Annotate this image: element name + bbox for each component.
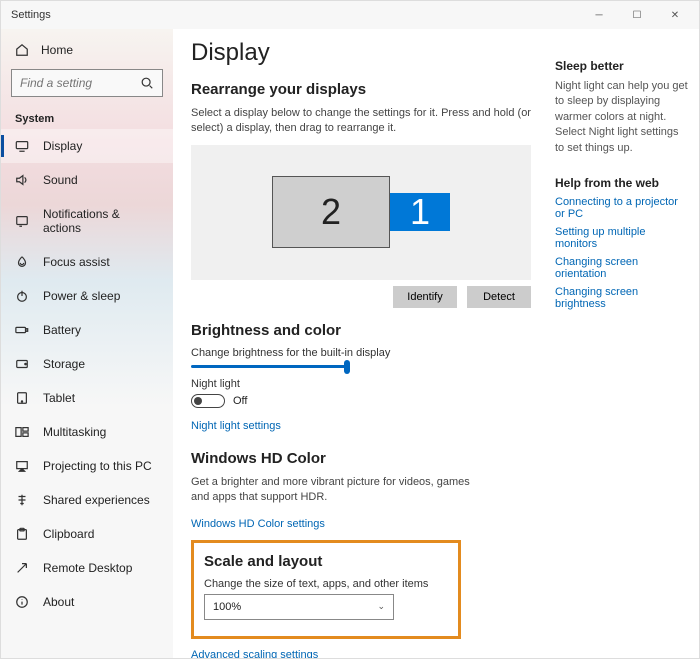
page-title: Display: [191, 39, 529, 67]
nav-display[interactable]: Display: [1, 129, 173, 163]
scale-highlight: Scale and layout Change the size of text…: [191, 540, 461, 639]
advanced-scaling-link[interactable]: Advanced scaling settings: [191, 649, 318, 658]
nav-label: Sound: [43, 173, 78, 187]
nightlight-settings-link[interactable]: Night light settings: [191, 420, 281, 432]
help-heading: Help from the web: [555, 176, 689, 190]
sleep-better-heading: Sleep better: [555, 59, 689, 73]
shared-icon: [15, 493, 29, 507]
nav-label: Shared experiences: [43, 493, 150, 507]
brightness-slider[interactable]: [191, 365, 346, 368]
scale-heading: Scale and layout: [204, 553, 448, 570]
identify-button[interactable]: Identify: [393, 286, 457, 308]
home-label: Home: [41, 43, 73, 57]
nav-sound[interactable]: Sound: [1, 163, 173, 197]
rearrange-heading: Rearrange your displays: [191, 81, 529, 98]
power-icon: [15, 289, 29, 303]
projecting-icon: [15, 459, 29, 473]
nav-label: Storage: [43, 357, 85, 371]
close-button[interactable]: ✕: [657, 4, 693, 26]
nav-label: Battery: [43, 323, 81, 337]
window-controls: ─ ☐ ✕: [581, 4, 693, 26]
nav-battery[interactable]: Battery: [1, 313, 173, 347]
battery-icon: [15, 323, 29, 337]
nav-projecting[interactable]: Projecting to this PC: [1, 449, 173, 483]
remote-icon: [15, 561, 29, 575]
titlebar: Settings ─ ☐ ✕: [1, 1, 699, 29]
minimize-button[interactable]: ─: [581, 4, 617, 26]
body: Home System Display Sound Notifications …: [1, 29, 699, 658]
scale-dropdown[interactable]: 100% ⌄: [204, 594, 394, 620]
tablet-icon: [15, 391, 29, 405]
nav-label: Power & sleep: [43, 289, 120, 303]
storage-icon: [15, 357, 29, 371]
nav-label: Multitasking: [43, 425, 106, 439]
about-icon: [15, 595, 29, 609]
home-icon: [15, 43, 29, 57]
detect-button[interactable]: Detect: [467, 286, 531, 308]
focus-icon: [15, 255, 29, 269]
nav-power[interactable]: Power & sleep: [1, 279, 173, 313]
nightlight-state: Off: [233, 395, 247, 407]
search-icon: [140, 76, 154, 90]
nav-storage[interactable]: Storage: [1, 347, 173, 381]
nav-notifications[interactable]: Notifications & actions: [1, 197, 173, 245]
help-link-orientation[interactable]: Changing screen orientation: [555, 256, 689, 280]
chevron-down-icon: ⌄: [377, 601, 385, 612]
scale-value: 100%: [213, 601, 241, 613]
hd-desc: Get a brighter and more vibrant picture …: [191, 475, 471, 506]
info-pane: Sleep better Night light can help you ge…: [547, 29, 699, 658]
brightness-heading: Brightness and color: [191, 322, 529, 339]
scale-label: Change the size of text, apps, and other…: [204, 578, 448, 590]
display-buttons: Identify Detect: [191, 286, 531, 308]
home-nav[interactable]: Home: [1, 35, 173, 65]
nav-multitasking[interactable]: Multitasking: [1, 415, 173, 449]
monitor-2[interactable]: 2: [272, 176, 390, 248]
content: Display Rearrange your displays Select a…: [173, 29, 547, 658]
help-link-projector[interactable]: Connecting to a projector or PC: [555, 196, 689, 220]
search-input[interactable]: [20, 76, 140, 90]
sleep-better-text: Night light can help you get to sleep by…: [555, 79, 689, 156]
nav-label: Display: [43, 139, 82, 153]
display-icon: [15, 139, 29, 153]
rearrange-desc: Select a display below to change the set…: [191, 106, 531, 137]
hd-heading: Windows HD Color: [191, 450, 529, 467]
app-title: Settings: [7, 9, 51, 21]
nav-label: Remote Desktop: [43, 561, 132, 575]
nav-label: About: [43, 595, 74, 609]
monitor-1[interactable]: 1: [390, 193, 450, 231]
brightness-label: Change brightness for the built-in displ…: [191, 347, 529, 359]
nightlight-label: Night light: [191, 378, 529, 390]
nav-remote[interactable]: Remote Desktop: [1, 551, 173, 585]
nav-list: Display Sound Notifications & actions Fo…: [1, 129, 173, 619]
nav-label: Notifications & actions: [43, 207, 159, 235]
maximize-button[interactable]: ☐: [619, 4, 655, 26]
nav-shared[interactable]: Shared experiences: [1, 483, 173, 517]
multitasking-icon: [15, 425, 29, 439]
help-link-brightness[interactable]: Changing screen brightness: [555, 286, 689, 310]
display-arrangement[interactable]: 2 1: [191, 145, 531, 280]
nav-focus[interactable]: Focus assist: [1, 245, 173, 279]
nav-clipboard[interactable]: Clipboard: [1, 517, 173, 551]
sidebar: Home System Display Sound Notifications …: [1, 29, 173, 658]
nav-label: Clipboard: [43, 527, 94, 541]
settings-window: Settings ─ ☐ ✕ Home System Display Sound…: [0, 0, 700, 659]
nav-label: Focus assist: [43, 255, 110, 269]
nightlight-toggle[interactable]: [191, 394, 225, 408]
notifications-icon: [15, 214, 29, 228]
nav-label: Tablet: [43, 391, 75, 405]
help-link-monitors[interactable]: Setting up multiple monitors: [555, 226, 689, 250]
sound-icon: [15, 173, 29, 187]
search-box[interactable]: [11, 69, 163, 97]
clipboard-icon: [15, 527, 29, 541]
nav-tablet[interactable]: Tablet: [1, 381, 173, 415]
hd-settings-link[interactable]: Windows HD Color settings: [191, 518, 325, 530]
nav-label: Projecting to this PC: [43, 459, 152, 473]
section-heading: System: [1, 107, 173, 129]
nav-about[interactable]: About: [1, 585, 173, 619]
